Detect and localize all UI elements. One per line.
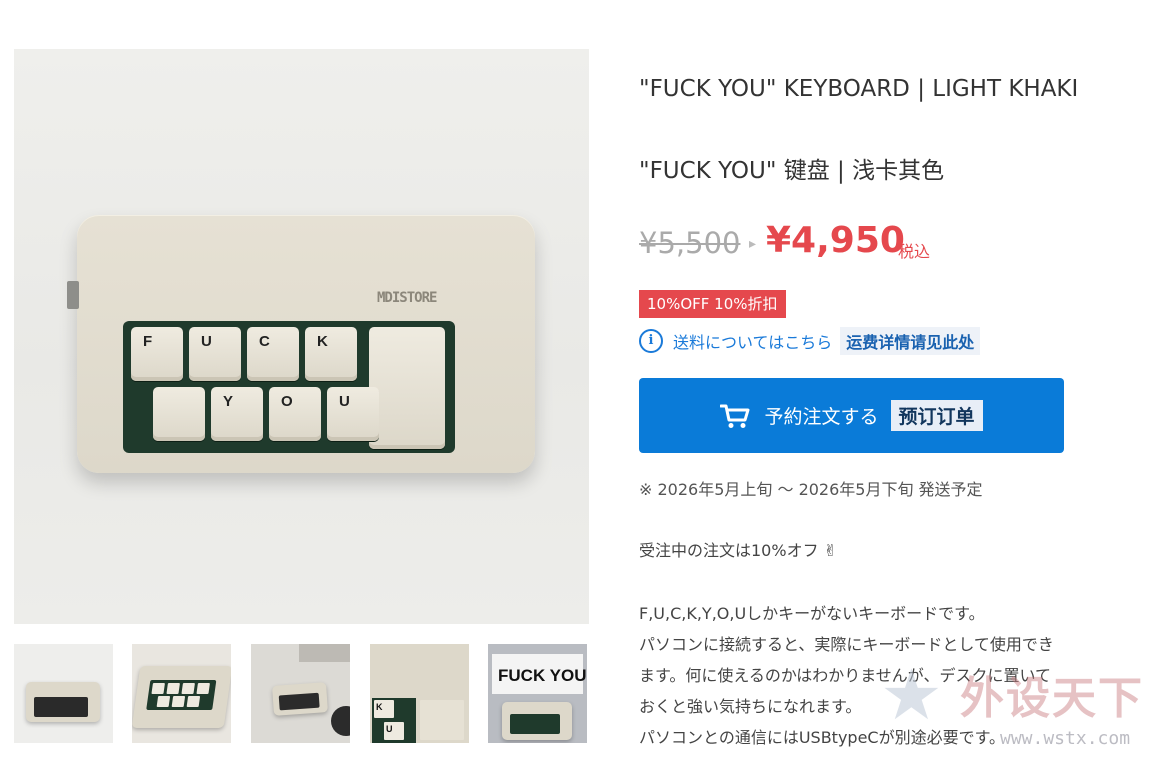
description-line: パソコンに接続すると、実際にキーボードとして使用でき: [639, 635, 1054, 654]
key-y: Y: [211, 387, 263, 441]
main-product-photo[interactable]: MDISTORE F U C K Y O U: [14, 49, 589, 624]
preorder-button[interactable]: 予約注文する 预订订单: [639, 378, 1064, 453]
preorder-button-translation: 预订订单: [890, 400, 983, 431]
shipping-link-label[interactable]: 送料についてはこちら: [673, 329, 832, 353]
thumb-key-large: [420, 700, 464, 740]
thumb-key: [166, 683, 180, 694]
discount-badge: 10%OFF 10%折扣: [639, 290, 786, 318]
thumb-keyboard: [26, 682, 100, 722]
product-title: "FUCK YOU" KEYBOARD | LIGHT KHAKI: [639, 76, 1079, 102]
thumb-key-u: U: [384, 722, 404, 740]
price-arrow-icon: ▸: [749, 236, 757, 252]
thumb-key: [186, 696, 201, 707]
thumb-screen-text: FUCK YOU: [498, 666, 587, 685]
thumb-key: [156, 696, 171, 707]
thumb-background-keyboard: [299, 644, 350, 662]
thumb-key: [151, 683, 165, 694]
thumb-key: [181, 683, 195, 694]
product-description: F,U,C,K,Y,O,Uしかキーがないキーボードです。 パソコンに接続すると、…: [639, 598, 1119, 753]
keyboard-body: MDISTORE F U C K Y O U: [67, 215, 535, 473]
thumbnail-3[interactable]: [251, 644, 350, 743]
promo-text: 受注中の注文は10%オフ ✌: [639, 541, 838, 560]
key-u: U: [189, 327, 241, 381]
thumb-plate: [146, 680, 217, 710]
thumbnail-2[interactable]: [132, 644, 231, 743]
preorder-button-label: 予約注文する: [764, 406, 879, 428]
sale-price: ¥4,950: [766, 220, 905, 261]
info-icon: i: [639, 329, 663, 353]
thumb-plate: [278, 692, 320, 711]
key-k: K: [305, 327, 357, 381]
key-o: O: [269, 387, 321, 441]
thumbnail-1[interactable]: [14, 644, 113, 743]
thumbnail-4[interactable]: K U: [370, 644, 469, 743]
description-line: F,U,C,K,Y,O,Uしかキーがないキーボードです。: [639, 604, 985, 623]
usb-port: [67, 281, 79, 309]
thumb-plate: [510, 714, 560, 734]
description-line: おくと強い気持ちになれます。: [639, 697, 862, 716]
thumb-plate: [34, 697, 88, 717]
tax-label: 税込: [898, 242, 931, 261]
key-c: C: [247, 327, 299, 381]
key-large: [369, 327, 445, 449]
key-f: F: [131, 327, 183, 381]
thumb-key-k: K: [374, 700, 394, 718]
key-blank: [153, 387, 205, 441]
product-title-translation: "FUCK YOU" 键盘 | 浅卡其色: [639, 158, 945, 184]
keyboard-plate: F U C K Y O U: [123, 321, 455, 453]
original-price: ¥5,500: [639, 226, 741, 260]
thumb-keyboard: [502, 702, 572, 740]
shipping-schedule: ※ 2026年5月上旬 〜 2026年5月下旬 発送予定: [639, 480, 983, 499]
key-u2: U: [327, 387, 379, 441]
thumbnail-5[interactable]: FUCK YOU: [488, 644, 587, 743]
thumb-object: [331, 706, 350, 736]
thumb-key: [196, 683, 210, 694]
description-line: パソコンとの通信にはUSBtypeCが別途必要です。: [639, 728, 1005, 747]
description-line: ます。何に使えるのかはわかりませんが、デスクに置いて: [639, 666, 1052, 685]
thumb-keyboard: [132, 666, 231, 728]
thumb-keyboard: [272, 682, 328, 716]
keyboard-logo: MDISTORE: [377, 290, 437, 306]
thumb-key: [171, 696, 186, 707]
shipping-info-link[interactable]: i 送料についてはこちら 运费详情请见此处: [639, 327, 981, 355]
shipping-link-translation: 运费详情请见此处: [840, 327, 981, 355]
cart-icon: [720, 404, 750, 428]
